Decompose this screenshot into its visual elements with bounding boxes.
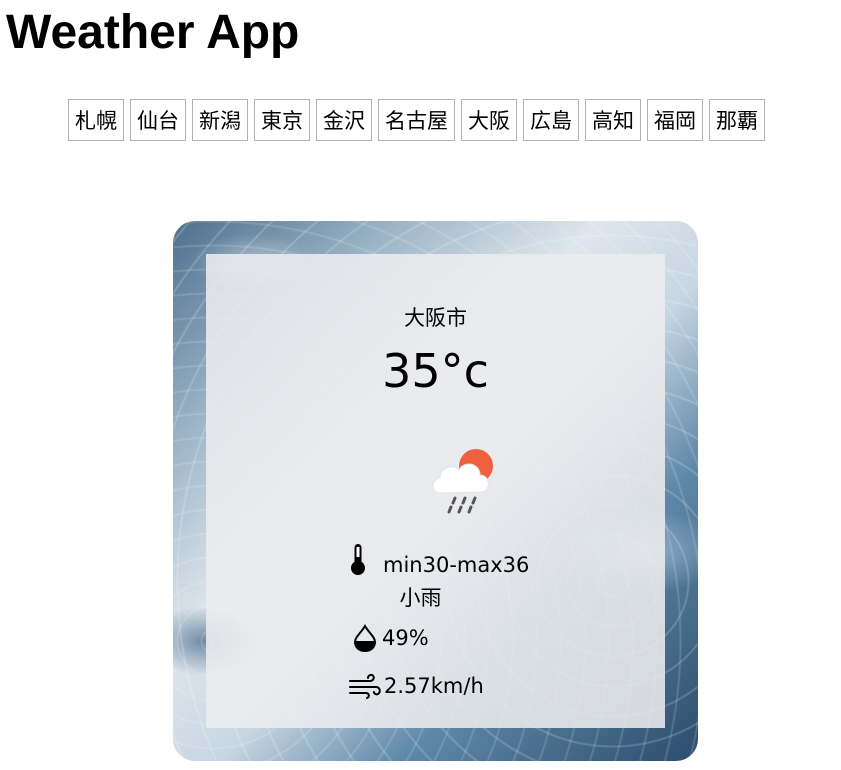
wind-row: 2.57km/h — [348, 672, 484, 700]
city-tab-tokyo[interactable]: 東京 — [254, 99, 310, 141]
city-tab-sendai[interactable]: 仙台 — [130, 99, 186, 141]
city-tab-bar: 札幌 仙台 新潟 東京 金沢 名古屋 大阪 広島 高知 福岡 那覇 — [68, 99, 765, 141]
weather-panel: 大阪市 35°c — [206, 254, 665, 728]
city-tab-kanazawa[interactable]: 金沢 — [316, 99, 372, 141]
app-title: Weather App — [6, 6, 300, 59]
city-tab-sapporo[interactable]: 札幌 — [68, 99, 124, 141]
humidity-row: 49% — [352, 624, 429, 652]
sun-behind-rain-cloud-icon — [432, 449, 493, 514]
city-tab-nagoya[interactable]: 名古屋 — [378, 99, 455, 141]
humidity-value: 49% — [382, 626, 429, 650]
temperature: 35°c — [382, 344, 489, 398]
city-tab-hiroshima[interactable]: 広島 — [523, 99, 579, 141]
city-tab-naha[interactable]: 那覇 — [709, 99, 765, 141]
city-tab-fukuoka[interactable]: 福岡 — [647, 99, 703, 141]
city-tab-niigata[interactable]: 新潟 — [192, 99, 248, 141]
city-name: 大阪市 — [404, 306, 467, 330]
wind-speed-value: 2.57km/h — [384, 674, 484, 698]
water-drop-icon — [353, 624, 377, 652]
weather-description: 小雨 — [399, 586, 442, 610]
city-tab-kochi[interactable]: 高知 — [585, 99, 641, 141]
min-max-temperature-row: min30-max36 — [348, 539, 529, 579]
description-row: 小雨 — [0, 584, 841, 612]
thermometer-icon — [351, 544, 365, 575]
city-tab-osaka[interactable]: 大阪 — [461, 99, 517, 141]
min-max-temperature: min30-max36 — [383, 553, 530, 577]
wind-icon — [349, 673, 381, 699]
